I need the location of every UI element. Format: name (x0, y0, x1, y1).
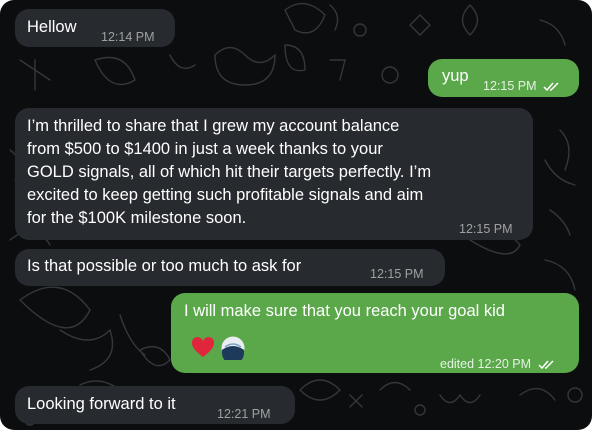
message-time: edited 12:20 PM (440, 357, 532, 371)
message-time: 12:15 PM (483, 79, 537, 93)
message-text: I’m thrilled to share that I grew my acc… (27, 115, 431, 230)
double-check-icon (538, 360, 554, 370)
message-text: Hellow (27, 18, 77, 36)
message-bubble-incoming[interactable]: Hellow 12:14 PM (15, 9, 175, 47)
message-time: 12:21 PM (217, 407, 271, 421)
message-time: 12:15 PM (370, 267, 424, 281)
message-text-line: excited to keep getting such profitable … (27, 186, 424, 204)
message-text-line: I’m thrilled to share that I grew my acc… (27, 117, 400, 135)
avatar[interactable] (221, 336, 245, 360)
message-bubble-incoming[interactable]: I’m thrilled to share that I grew my acc… (15, 108, 533, 240)
message-time: 12:15 PM (459, 222, 513, 236)
message-time-status: 12:15 PM (483, 75, 561, 98)
message-bubble-incoming[interactable]: Looking forward to it 12:21 PM (15, 386, 295, 424)
chat-window: Hellow 12:14 PM yup 12:15 PM I’m thrille… (0, 0, 592, 430)
message-text-line: from $500 to $1400 in just a week thanks… (27, 140, 383, 158)
reactions-row[interactable] (191, 336, 245, 360)
message-text-line: for the $100K milestone soon. (27, 209, 247, 227)
message-bubble-incoming[interactable]: Is that possible or too much to ask for … (15, 249, 445, 286)
message-text: Looking forward to it (27, 395, 176, 413)
message-time-status: edited 12:20 PM (440, 353, 556, 376)
message-bubble-outgoing[interactable]: yup 12:15 PM (428, 59, 579, 97)
message-text: yup (442, 67, 469, 85)
message-text: I will make sure that you reach your goa… (184, 302, 505, 320)
message-text-line: GOLD signals, all of which hit their tar… (27, 163, 432, 181)
message-text: Is that possible or too much to ask for (27, 257, 302, 275)
message-time: 12:14 PM (101, 30, 155, 44)
double-check-icon (543, 82, 559, 92)
message-bubble-outgoing[interactable]: I will make sure that you reach your goa… (171, 293, 579, 373)
heart-icon[interactable] (191, 336, 215, 360)
